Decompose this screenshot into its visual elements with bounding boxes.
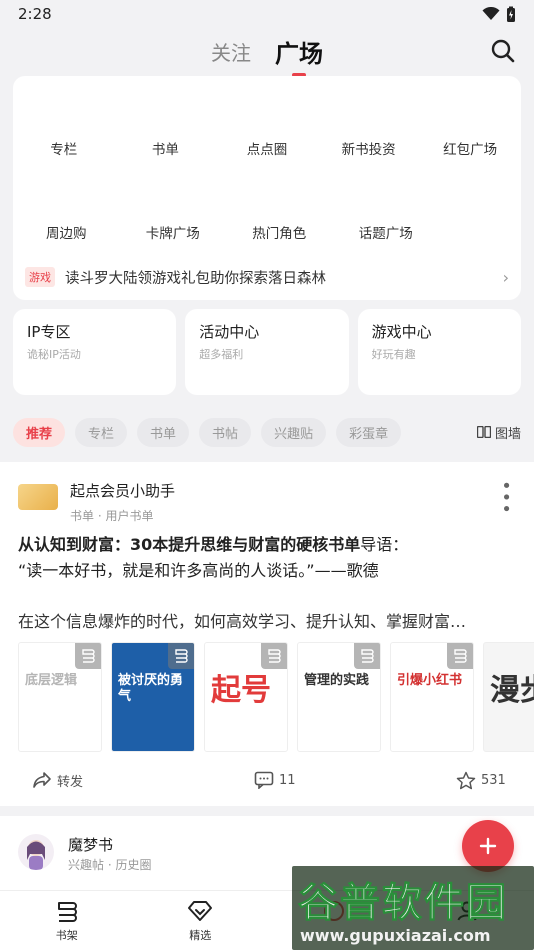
wifi-icon <box>482 7 500 20</box>
booklist-badge-icon <box>354 643 380 669</box>
avatar[interactable] <box>18 484 58 510</box>
more-icon[interactable]: ••• <box>495 480 516 515</box>
watermark-url: www.gupuxiazai.com <box>300 926 491 945</box>
booklist-badge-icon <box>447 643 473 669</box>
compose-button[interactable] <box>462 820 514 872</box>
feature-title: IP专区 <box>27 323 71 341</box>
category-newbook-invest[interactable]: 新书投资 <box>318 138 420 158</box>
avatar-illustration <box>27 840 45 870</box>
nav-featured[interactable]: 精选 <box>134 891 268 950</box>
chevron-right-icon: › <box>502 267 509 287</box>
book-cover-strip: 底层逻辑 被讨厌的勇气起号 管理的实践 引爆小红书 漫步 <box>18 642 534 752</box>
comment-icon <box>254 771 274 789</box>
battery-icon <box>507 6 515 22</box>
tab-square[interactable]: 广场 <box>275 34 323 69</box>
category-row-1: 专栏 书单 点点圈 新书投资 红包广场 <box>13 138 521 158</box>
post-title-bold: 从认知到财富：30本提升思维与财富的硬核书单 <box>18 535 361 554</box>
book-cover-title: 引爆小红书 <box>397 673 463 688</box>
feature-subtitle: 超多福利 <box>199 348 244 361</box>
booklist-badge-icon <box>261 643 287 669</box>
image-wall-label: 图墙 <box>494 426 521 442</box>
like-count: 531 <box>481 772 506 788</box>
category-merch[interactable]: 周边购 <box>13 222 120 242</box>
category-column[interactable]: 专栏 <box>13 138 115 158</box>
book-cover[interactable]: 底层逻辑 <box>18 642 102 752</box>
post-actions: 转发 11 531 <box>0 768 534 792</box>
feature-title: 游戏中心 <box>371 323 432 341</box>
share-button[interactable]: 转发 <box>32 771 83 790</box>
book-cover-title: 管理的实践 <box>304 673 370 688</box>
promo-text: 读斗罗大陆领游戏礼包助你探索落日森林 <box>65 270 326 287</box>
book-cover[interactable]: 漫步 <box>483 642 534 752</box>
like-button[interactable]: 531 <box>456 771 506 790</box>
post-title-rest: 导语： <box>360 535 409 554</box>
post-meta: 书单 · 用户书单 <box>70 509 154 523</box>
image-wall-icon <box>476 426 491 438</box>
category-row-2: 周边购 卡牌广场 热门角色 话题广场 <box>13 222 521 242</box>
book-cover-title: 底层逻辑 <box>25 673 78 688</box>
filter-easter-egg[interactable]: 彩蛋章 <box>336 417 402 447</box>
status-bar: 2:28 <box>0 0 534 28</box>
category-cards[interactable]: 卡牌广场 <box>120 222 227 242</box>
image-wall-toggle[interactable]: 图墙 <box>476 423 521 442</box>
nav-label: 精选 <box>189 929 212 942</box>
promo-banner[interactable]: 游戏 读斗罗大陆领游戏礼包助你探索落日森林 › <box>13 262 521 292</box>
filter-row: 推荐 专栏 书单 书帖 兴趣贴 彩蛋章 图墙 <box>13 417 521 447</box>
post-header: 起点会员小助手 书单 · 用户书单 ••• <box>18 480 516 524</box>
feature-subtitle: 好玩有趣 <box>371 348 416 361</box>
avatar[interactable] <box>18 834 54 870</box>
book-cover-title: 漫步 <box>490 673 534 708</box>
nav-label: 书架 <box>55 929 78 942</box>
post-author[interactable]: 魔梦书 <box>68 834 113 855</box>
filter-recommend[interactable]: 推荐 <box>13 417 66 447</box>
category-card: 专栏 书单 点点圈 新书投资 红包广场 周边购 卡牌广场 热门角色 话题广场 游… <box>13 76 521 300</box>
book-cover-title: 被讨厌的勇气 <box>118 673 184 704</box>
category-redpacket[interactable]: 红包广场 <box>419 138 521 158</box>
status-icons <box>482 6 516 23</box>
filter-bookpost[interactable]: 书帖 <box>199 417 252 447</box>
top-tabs: 关注 广场 <box>0 28 534 74</box>
category-hot-roles[interactable]: 热门角色 <box>226 222 333 242</box>
search-icon[interactable] <box>490 38 516 64</box>
feature-subtitle: 诡秘IP活动 <box>27 348 81 361</box>
post-quote: “读一本好书，就是和许多高尚的人谈话。”——歌德 <box>18 561 379 580</box>
watermark-logo: 谷普软件园 www.gupuxiazai.com <box>292 866 534 950</box>
star-icon <box>456 771 476 789</box>
clock: 2:28 <box>18 5 52 23</box>
tab-following[interactable]: 关注 <box>211 37 251 66</box>
feature-title: 活动中心 <box>199 323 260 341</box>
bookshelf-icon <box>57 902 77 922</box>
booklist-badge-icon <box>168 643 194 669</box>
category-topics[interactable]: 话题广场 <box>333 222 440 242</box>
feature-row: IP专区 诡秘IP活动 活动中心 超多福利 游戏中心 好玩有趣 <box>13 309 521 395</box>
diamond-icon <box>188 901 213 921</box>
post-card[interactable]: 起点会员小助手 书单 · 用户书单 ••• 从认知到财富：30本提升思维与财富的… <box>0 462 534 806</box>
comment-count: 11 <box>279 772 296 788</box>
category-booklist[interactable]: 书单 <box>115 138 217 158</box>
book-cover[interactable]: 被讨厌的勇气 <box>111 642 195 752</box>
feature-game-center[interactable]: 游戏中心 好玩有趣 <box>357 309 521 395</box>
post-excerpt: 在这个信息爆炸的时代，如何高效学习、提升认知、掌握财富… <box>18 612 467 631</box>
book-cover[interactable]: 管理的实践 <box>297 642 381 752</box>
share-label: 转发 <box>57 774 84 790</box>
post-meta: 兴趣帖 · 历史圈 <box>68 858 152 872</box>
watermark-title: 谷普软件园 <box>298 880 508 927</box>
feature-ip-zone[interactable]: IP专区 诡秘IP活动 <box>13 309 177 395</box>
share-icon <box>33 772 51 788</box>
feature-activity-center[interactable]: 活动中心 超多福利 <box>185 309 349 395</box>
comment-button[interactable]: 11 <box>254 771 296 789</box>
category-diandian[interactable]: 点点圈 <box>216 138 318 158</box>
booklist-badge-icon <box>75 643 101 669</box>
post-author[interactable]: 起点会员小助手 <box>70 480 175 501</box>
plus-icon <box>479 837 497 855</box>
post-title: 从认知到财富：30本提升思维与财富的硬核书单导语： “读一本好书，就是和许多高尚… <box>18 532 518 584</box>
book-cover[interactable]: 起号 <box>204 642 288 752</box>
filter-column[interactable]: 专栏 <box>75 417 128 447</box>
promo-tag: 游戏 <box>25 267 55 287</box>
book-cover[interactable]: 引爆小红书 <box>390 642 474 752</box>
filter-interest[interactable]: 兴趣贴 <box>261 417 327 447</box>
filter-booklist[interactable]: 书单 <box>137 417 190 447</box>
nav-bookshelf[interactable]: 书架 <box>0 891 134 950</box>
book-cover-title: 起号 <box>211 673 271 708</box>
